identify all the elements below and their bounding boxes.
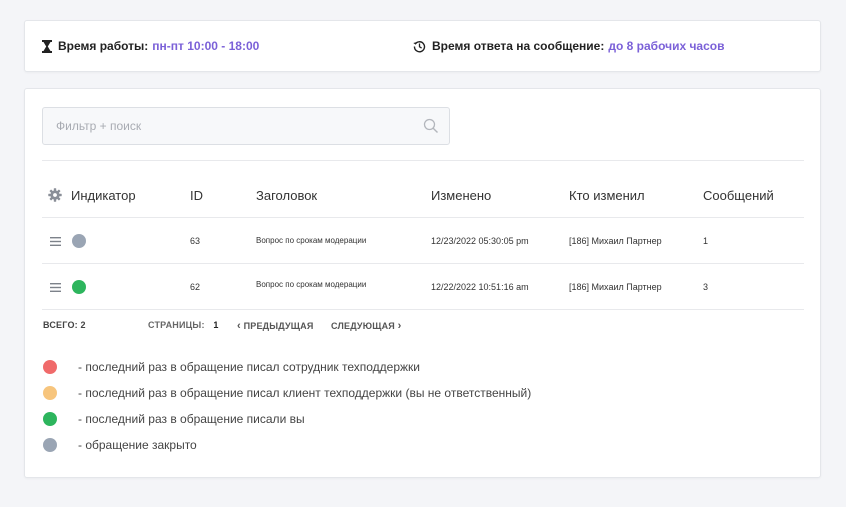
ticket-title[interactable]: Вопрос по срокам модерации	[256, 280, 366, 289]
prev-page-button[interactable]: ‹ ПРЕДЫДУЩАЯ	[237, 320, 314, 332]
chevron-left-icon: ‹	[237, 320, 241, 332]
prev-page-label: ПРЕДЫДУЩАЯ	[243, 321, 314, 331]
pages-label: СТРАНИЦЫ: 1	[148, 320, 219, 330]
ticket-id: 62	[190, 282, 201, 292]
next-page-label: СЛЕДУЮЩАЯ	[331, 321, 395, 331]
column-header-changed[interactable]: Изменено	[431, 188, 491, 203]
ticket-changed-by: [186] Михаил Партнер	[569, 236, 662, 246]
legend-dot-closed	[43, 438, 57, 452]
search-box[interactable]	[42, 107, 450, 145]
work-time-value: пн-пт 10:00 - 18:00	[152, 39, 260, 53]
ticket-messages: 3	[703, 282, 709, 292]
legend-text-you: - последний раз в обращение писали вы	[78, 412, 305, 426]
column-header-id[interactable]: ID	[190, 188, 203, 203]
pages-value[interactable]: 1	[213, 320, 218, 330]
ticket-messages: 1	[703, 236, 709, 246]
legend-dot-you	[43, 412, 57, 426]
gear-icon[interactable]	[48, 188, 62, 202]
hourglass-icon	[42, 39, 52, 53]
status-indicator	[72, 280, 86, 294]
chevron-right-icon: ›	[397, 320, 402, 332]
total-count: ВСЕГО: 2	[43, 320, 86, 330]
column-header-indicator[interactable]: Индикатор	[71, 188, 136, 203]
work-time-label: Время работы:	[58, 39, 149, 53]
ticket-id: 63	[190, 236, 201, 246]
ticket-changed: 12/23/2022 05:30:05 pm	[431, 236, 529, 246]
pages-label-text: СТРАНИЦЫ:	[148, 320, 205, 330]
ticket-changed: 12/22/2022 10:51:16 am	[431, 282, 529, 292]
status-indicator	[72, 234, 86, 248]
legend-text-client: - последний раз в обращение писал клиент…	[78, 386, 532, 400]
history-icon	[413, 40, 426, 52]
divider	[42, 309, 804, 310]
menu-icon[interactable]	[50, 283, 61, 292]
ticket-title[interactable]: Вопрос по срокам модерации	[256, 236, 366, 245]
legend-dot-staff	[43, 360, 57, 374]
info-card: Время работы: пн-пт 10:00 - 18:00 Время …	[24, 20, 821, 72]
search-icon[interactable]	[423, 118, 439, 134]
next-page-button[interactable]: СЛЕДУЮЩАЯ ›	[331, 320, 402, 332]
response-time: Время ответа на сообщение: до 8 рабочих …	[413, 39, 724, 53]
response-time-label: Время ответа на сообщение:	[432, 39, 605, 53]
column-header-messages[interactable]: Сообщений	[703, 188, 774, 203]
response-time-value: до 8 рабочих часов	[608, 39, 725, 53]
column-header-title[interactable]: Заголовок	[256, 188, 317, 203]
ticket-changed-by: [186] Михаил Партнер	[569, 282, 662, 292]
tickets-card: Индикатор ID Заголовок Изменено Кто изме…	[24, 88, 821, 478]
legend-text-closed: - обращение закрыто	[78, 438, 197, 452]
divider	[42, 217, 804, 218]
work-time: Время работы: пн-пт 10:00 - 18:00	[42, 39, 259, 53]
menu-icon[interactable]	[50, 237, 61, 246]
search-input[interactable]	[43, 119, 423, 133]
legend-text-staff: - последний раз в обращение писал сотруд…	[78, 360, 421, 374]
divider	[42, 263, 804, 264]
legend-dot-client	[43, 386, 57, 400]
divider	[42, 160, 804, 161]
column-header-changed-by[interactable]: Кто изменил	[569, 188, 645, 203]
